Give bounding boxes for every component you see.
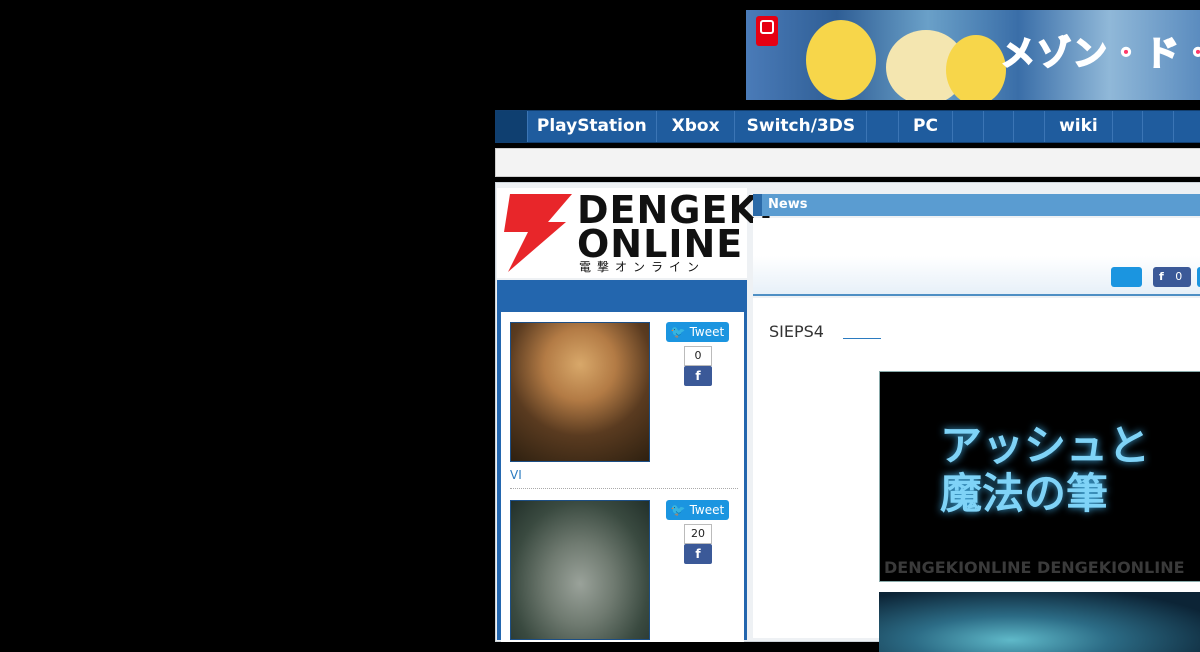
facebook-icon: f — [695, 369, 701, 383]
tweet-label: Tweet — [689, 325, 725, 339]
game-title-art: アッシュと 魔法の筆 — [940, 421, 1151, 518]
tweet-button[interactable]: 🐦 Tweet — [666, 322, 729, 342]
ranking-title[interactable]: VI — [510, 468, 522, 482]
site-logo[interactable]: DENGEKI ONLINE 電撃オンライン — [497, 188, 773, 278]
banner-title: メゾン・ド・ — [1000, 33, 1200, 75]
logo-text-kana: 電撃オンライン — [579, 260, 706, 274]
nav-item[interactable] — [867, 111, 900, 142]
article-link[interactable] — [843, 338, 881, 339]
nav-item[interactable] — [984, 111, 1015, 142]
tweet-label: Tweet — [689, 503, 725, 517]
nav-item-xbox[interactable]: Xbox — [657, 111, 736, 142]
twitter-icon: 🐦 — [670, 503, 686, 517]
nav-item[interactable] — [953, 111, 984, 142]
news-label: News — [768, 197, 808, 212]
nintendo-switch-logo — [756, 16, 778, 46]
news-section-header: News — [753, 194, 1200, 216]
sub-nav-bar — [495, 148, 1200, 177]
facebook-share-button[interactable]: f — [684, 366, 712, 386]
banner-character — [806, 20, 876, 100]
nav-item[interactable] — [1113, 111, 1144, 142]
main-nav: PlayStation Xbox Switch/3DS PC wiki — [495, 110, 1200, 143]
facebook-share-button[interactable]: f — [684, 544, 712, 564]
article-text: SIEPS4 — [769, 322, 824, 341]
facebook-share-button[interactable]: f 0 — [1153, 267, 1191, 287]
banner-character — [946, 35, 1006, 100]
facebook-count: 0 — [684, 346, 712, 366]
twitter-share-button[interactable] — [1111, 267, 1142, 287]
facebook-icon: f — [1159, 270, 1164, 283]
nav-item-pc[interactable]: PC — [899, 111, 953, 142]
top-banner-ad[interactable]: メゾン・ド・ — [746, 10, 1200, 100]
nav-item[interactable] — [1014, 111, 1046, 142]
nav-item-switch-3ds[interactable]: Switch/3DS — [735, 111, 868, 142]
article-thumbnail[interactable] — [510, 322, 650, 462]
article-image[interactable] — [879, 592, 1200, 652]
nav-item[interactable] — [1143, 111, 1175, 142]
facebook-count: 20 — [684, 524, 712, 544]
divider — [510, 488, 738, 489]
tweet-button[interactable]: 🐦 Tweet — [666, 500, 729, 520]
nav-item[interactable] — [1174, 111, 1200, 142]
nav-item-wiki[interactable]: wiki — [1045, 111, 1113, 142]
facebook-icon: f — [695, 547, 701, 561]
article-image[interactable]: アッシュと 魔法の筆 DENGEKIONLINE DENGEKIONLINE — [879, 371, 1200, 582]
twitter-icon: 🐦 — [670, 325, 686, 339]
section-marker — [753, 194, 762, 216]
facebook-share-count: 0 — [1175, 270, 1183, 283]
watermark: DENGEKIONLINE DENGEKIONLINE — [884, 558, 1185, 577]
article-thumbnail[interactable] — [510, 500, 650, 640]
nav-item-playstation[interactable]: PlayStation — [528, 111, 657, 142]
lightning-logo-icon — [504, 194, 572, 272]
nav-home[interactable] — [496, 111, 528, 142]
